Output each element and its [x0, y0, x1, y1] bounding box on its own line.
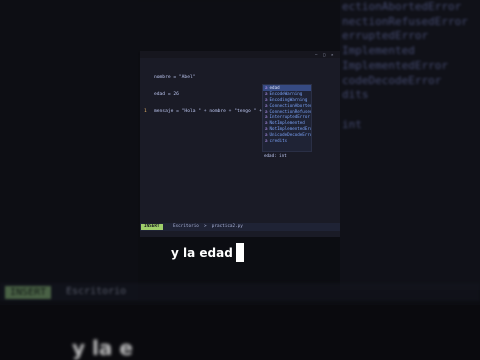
code-text: edad = 26 — [154, 91, 179, 97]
background-left — [0, 0, 138, 300]
caption: y la edad — [171, 243, 244, 262]
completion-label: NotImplementedError — [269, 126, 311, 132]
completion-kind-icon: a — [265, 96, 268, 102]
code-text: nombre = "Abel" — [154, 75, 196, 81]
maximize-icon[interactable]: □ — [323, 52, 325, 57]
status-bar: INSERT Escritorio > practica2.py — [140, 223, 340, 231]
caption-text: y la edad — [171, 245, 233, 260]
text-caret — [235, 243, 244, 262]
editor-titlebar: — □ ✕ — [140, 51, 340, 58]
completion-item[interactable]: a credits — [263, 138, 311, 144]
minimize-icon[interactable]: — — [315, 52, 317, 57]
background-caption: y la e — [72, 336, 133, 360]
completion-label: credits — [269, 138, 288, 144]
completion-kind-icon: a — [265, 132, 268, 138]
completion-label: EncodeWarning — [269, 90, 303, 96]
completion-kind-icon: a — [265, 90, 268, 96]
file-path: Escritorio > practica2.py — [173, 224, 243, 229]
mode-badge: INSERT — [141, 224, 163, 230]
close-icon[interactable]: ✕ — [331, 52, 333, 57]
completion-label: NotImplemented — [269, 120, 305, 126]
line-number: 1 — [144, 108, 147, 114]
background-completion-echo: ectionAbortedError nectionRefusedError e… — [342, 0, 468, 131]
completion-hint: edad: int — [264, 153, 287, 158]
completion-kind-icon: a — [265, 85, 268, 90]
background-mode-badge: INSERT — [5, 286, 52, 299]
completion-popup: a edad a EncodeWarning a EncodingWarning a Conn… — [262, 84, 312, 152]
completion-label: edad — [269, 85, 280, 90]
completion-label: UnicodeDecodeError — [269, 132, 311, 138]
completion-kind-icon: a — [265, 102, 268, 108]
completion-label: EncodingWarning — [269, 96, 308, 102]
completion-label: InterruptedError — [269, 114, 310, 120]
completion-kind-icon: a — [265, 120, 268, 126]
code-line[interactable]: nombre = "Abel" — [144, 75, 287, 81]
completion-kind-icon: a — [265, 108, 268, 114]
completion-kind-icon: a — [265, 126, 268, 132]
completion-kind-icon: a — [265, 114, 268, 120]
completion-label: ConnectionAbortedError — [269, 102, 311, 108]
completion-kind-icon: a — [265, 138, 268, 144]
background-path: Escritorio — [66, 286, 127, 297]
completion-label: ConnectionRefusedError — [269, 108, 311, 114]
